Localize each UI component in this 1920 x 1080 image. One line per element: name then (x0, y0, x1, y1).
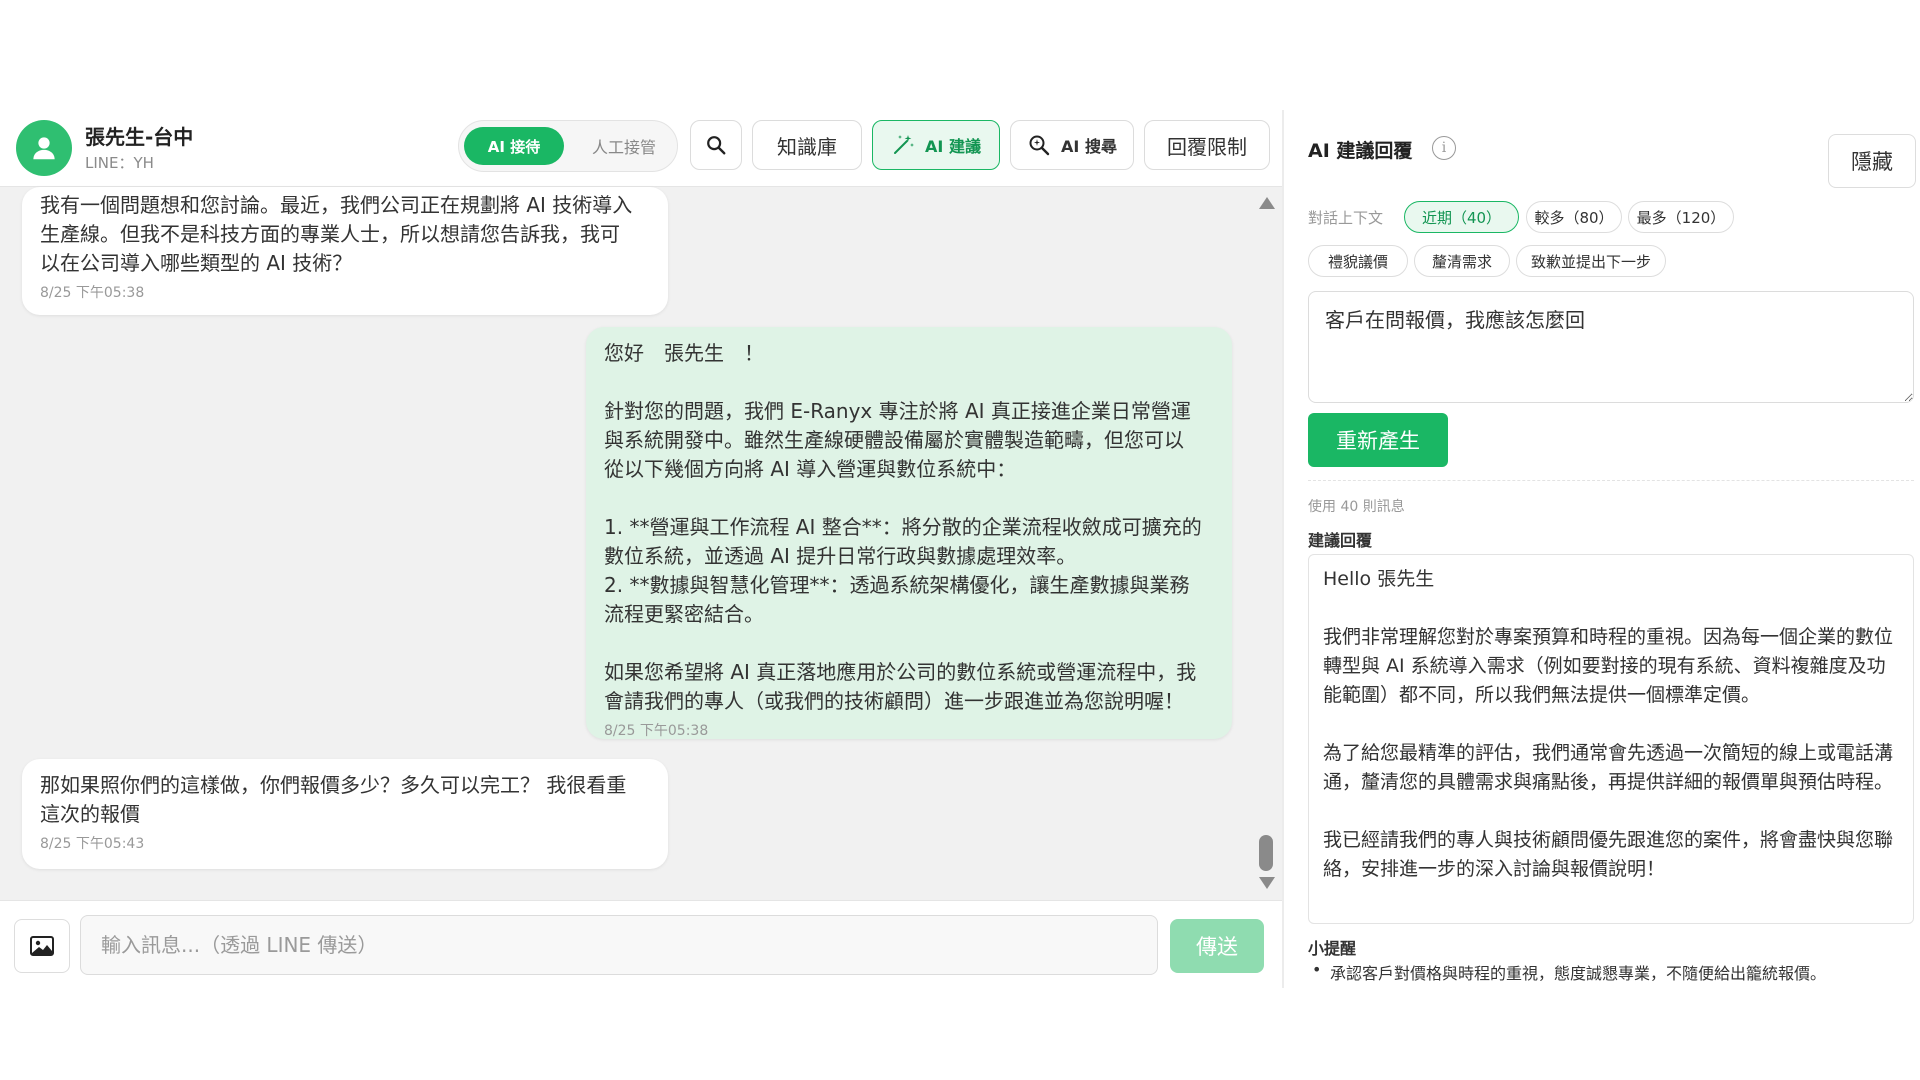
knowledge-base-label: 知識庫 (777, 134, 837, 159)
context-label: 對話上下文 (1308, 209, 1384, 227)
ai-mode-button[interactable]: AI 接待 (464, 127, 564, 165)
tip-item: 承認客戶對價格與時程的重視，態度誠懇專業，不隨便給出籠統報價。 (1308, 960, 1914, 984)
section-divider (1308, 480, 1914, 481)
chat-scrollbar[interactable] (1256, 187, 1278, 901)
image-icon (30, 936, 54, 956)
search-icon (707, 136, 726, 155)
search-button[interactable] (690, 120, 742, 170)
reply-limit-button[interactable]: 回覆限制 (1144, 120, 1270, 170)
scroll-down-arrow-icon[interactable] (1259, 877, 1275, 889)
message-outgoing: 您好 張先生 ！ 針對您的問題，我們 E-Ranyx 專注於將 AI 真正接進企… (586, 327, 1232, 739)
context-chip-more[interactable]: 較多（80） (1526, 201, 1622, 233)
human-mode-button[interactable]: 人工接管 (574, 127, 674, 165)
ai-suggest-label: AI 建議 (925, 137, 981, 156)
knowledge-base-button[interactable]: 知識庫 (752, 120, 862, 170)
message-list: 我有一個問題想和您討論。最近，我們公司正在規劃將 AI 技術導入 生產線。但我不… (0, 186, 1282, 900)
message-time: 8/25 下午05:38 (40, 285, 145, 301)
message-incoming: 我有一個問題想和您討論。最近，我們公司正在規劃將 AI 技術導入 生產線。但我不… (22, 187, 668, 315)
suggestion-paragraph: 我已經請我們的專人與技術顧問優先跟進您的案件，將會盡快與您聯絡，安排進一步的深入… (1323, 829, 1894, 880)
message-text: 您好 張先生 ！ 針對您的問題，我們 E-Ranyx 專注於將 AI 真正接進企… (604, 341, 1202, 713)
ai-panel-title: AI 建議回覆 (1308, 140, 1413, 162)
regenerate-button[interactable]: 重新產生 (1308, 413, 1448, 467)
preset-chip-polite-bargain[interactable]: 禮貌議價 (1308, 245, 1408, 277)
preset-chip-apologize-next-step[interactable]: 致歉並提出下一步 (1516, 245, 1666, 277)
magic-wand-icon (891, 133, 915, 157)
suggestion-paragraph: 為了給您最精準的評估，我們通常會先透過一次簡短的線上或電話溝通，釐清您的具體需求… (1323, 742, 1894, 793)
composer: 傳送 (0, 900, 1282, 988)
attach-image-button[interactable] (14, 919, 70, 973)
suggestion-paragraph: Hello 張先生 (1323, 568, 1435, 590)
tips-label: 小提醒 (1308, 939, 1357, 958)
ai-suggest-button[interactable]: AI 建議 (872, 120, 1000, 170)
message-incoming: 那如果照你們的這樣做，你們報價多少？多久可以完工？ 我很看重 這次的報價 8/2… (22, 759, 668, 869)
reply-limit-label: 回覆限制 (1167, 134, 1247, 159)
ai-search-icon (1027, 133, 1051, 157)
preset-chip-clarify-needs[interactable]: 釐清需求 (1414, 245, 1510, 277)
contact-channel: LINE：YH (85, 154, 154, 172)
message-time: 8/25 下午05:43 (40, 836, 145, 852)
scroll-up-arrow-icon[interactable] (1259, 197, 1275, 209)
chat-panel: 張先生-台中 LINE：YH AI 接待 人工接管 知識庫 AI 建議 AI 搜… (0, 110, 1282, 988)
message-input[interactable] (80, 915, 1158, 975)
suggestion-box[interactable]: Hello 張先生 我們非常理解您對於專案預算和時程的重視。因為每一個企業的數位… (1308, 554, 1914, 924)
message-text: 我有一個問題想和您討論。最近，我們公司正在規劃將 AI 技術導入 生產線。但我不… (40, 193, 633, 275)
contact-name: 張先生-台中 (85, 125, 194, 149)
message-text: 那如果照你們的這樣做，你們報價多少？多久可以完工？ 我很看重 這次的報價 (40, 773, 627, 826)
ai-suggestion-panel: AI 建議回覆 i 隱藏 對話上下文 近期（40） 較多（80） 最多（120）… (1284, 110, 1920, 988)
context-chip-recent[interactable]: 近期（40） (1404, 201, 1519, 233)
hide-button[interactable]: 隱藏 (1828, 134, 1916, 188)
message-time: 8/25 下午05:38 (604, 723, 709, 739)
usage-text: 使用 40 則訊息 (1308, 499, 1405, 515)
ai-search-button[interactable]: AI 搜尋 (1010, 120, 1134, 170)
send-button[interactable]: 傳送 (1170, 919, 1264, 973)
suggestion-label: 建議回覆 (1308, 531, 1373, 550)
context-chip-most[interactable]: 最多（120） (1628, 201, 1734, 233)
prompt-input[interactable] (1308, 291, 1914, 403)
avatar (16, 120, 72, 176)
info-icon[interactable]: i (1432, 136, 1456, 160)
tips-list: 承認客戶對價格與時程的重視，態度誠懇專業，不隨便給出籠統報價。 (1308, 960, 1914, 984)
mode-toggle: AI 接待 人工接管 (458, 120, 678, 172)
suggestion-paragraph: 我們非常理解您對於專案預算和時程的重視。因為每一個企業的數位轉型與 AI 系統導… (1323, 626, 1894, 706)
chat-header: 張先生-台中 LINE：YH AI 接待 人工接管 知識庫 AI 建議 AI 搜… (0, 110, 1282, 186)
user-icon (33, 137, 55, 160)
ai-search-label: AI 搜尋 (1061, 137, 1117, 156)
scroll-thumb[interactable] (1259, 835, 1273, 871)
